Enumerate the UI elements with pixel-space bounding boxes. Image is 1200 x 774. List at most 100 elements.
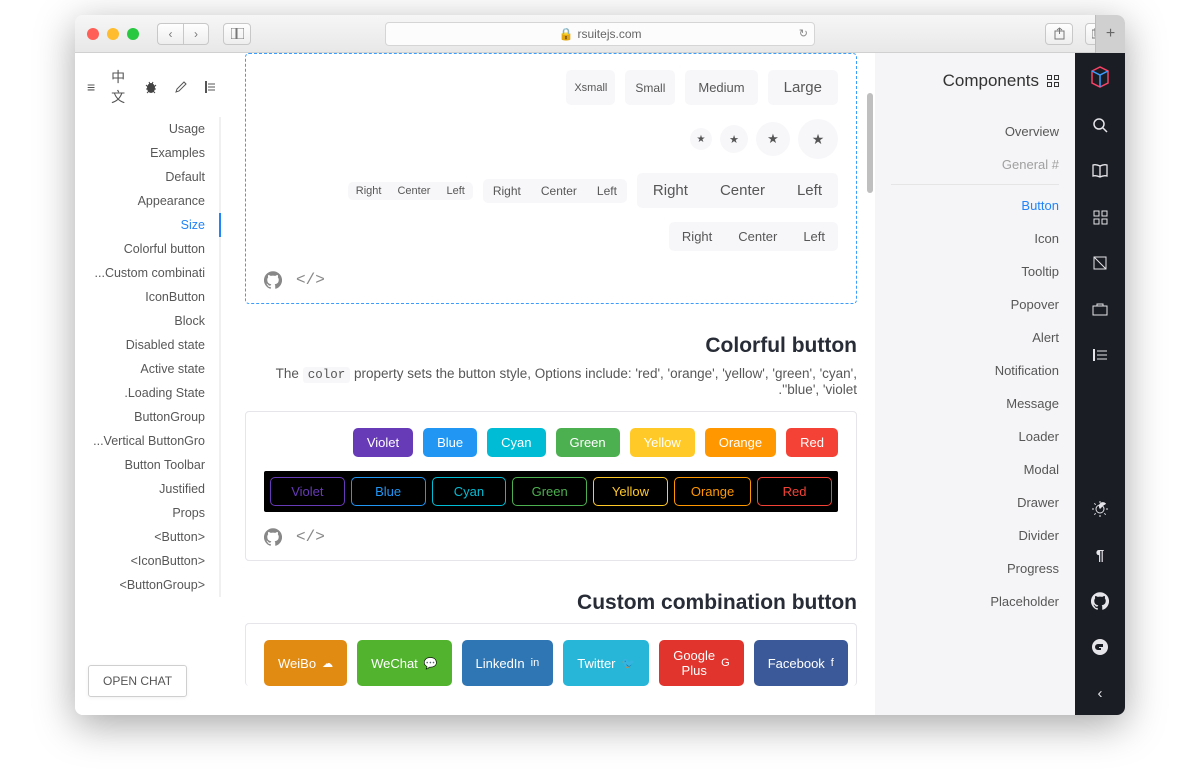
refresh-icon[interactable]: ↻ bbox=[799, 27, 808, 40]
component-nav-item[interactable]: Notification bbox=[891, 354, 1059, 387]
rtl-icon[interactable] bbox=[203, 80, 217, 94]
local-nav-item[interactable]: Props bbox=[81, 501, 221, 525]
component-nav-item[interactable]: Tooltip bbox=[891, 255, 1059, 288]
star-icon-button-xs[interactable]: ★ bbox=[690, 128, 712, 150]
rtl-toggle-icon[interactable] bbox=[1090, 345, 1110, 365]
size-small-button[interactable]: Small bbox=[625, 70, 675, 105]
local-nav-item[interactable]: <Button> bbox=[81, 525, 221, 549]
brightness-icon[interactable] bbox=[1090, 499, 1110, 519]
local-nav-item[interactable]: Block bbox=[81, 309, 221, 333]
red-color-button[interactable]: Red bbox=[786, 428, 838, 457]
group-sm-center[interactable]: Center bbox=[531, 179, 587, 203]
component-nav-item[interactable]: Message bbox=[891, 387, 1059, 420]
yellow-color-button[interactable]: Yellow bbox=[630, 428, 695, 457]
component-nav-item[interactable]: Popover bbox=[891, 288, 1059, 321]
orange-ghost-button[interactable]: Orange bbox=[674, 477, 751, 506]
nav-back-button[interactable]: ‹ bbox=[157, 23, 183, 45]
component-nav-item[interactable]: Placeholder bbox=[891, 585, 1059, 618]
group-lg-left[interactable]: Left bbox=[781, 173, 838, 208]
local-nav-item[interactable]: Colorful button bbox=[81, 237, 221, 261]
size-xsmall-button[interactable]: Xsmall bbox=[566, 70, 615, 105]
group-sm-left[interactable]: Left bbox=[587, 179, 627, 203]
toolbox-icon[interactable] bbox=[1090, 299, 1110, 319]
bug-icon[interactable] bbox=[144, 80, 158, 94]
linkedin-button[interactable]: LinkedInin bbox=[462, 640, 554, 686]
group-lg-right[interactable]: Right bbox=[637, 173, 704, 208]
group-md-right[interactable]: Right bbox=[669, 222, 725, 251]
local-nav-item[interactable]: Disabled state bbox=[81, 333, 221, 357]
component-nav-item[interactable]: Button bbox=[891, 189, 1059, 222]
nav-forward-button[interactable]: › bbox=[183, 23, 209, 45]
component-nav-item[interactable]: General # bbox=[891, 148, 1059, 185]
wechat-button[interactable]: WeChat💬 bbox=[357, 640, 451, 686]
url-bar[interactable]: 🔒 rsuitejs.com ↻ bbox=[385, 22, 815, 46]
book-icon[interactable] bbox=[1090, 161, 1110, 181]
group-md-center[interactable]: Center bbox=[725, 222, 790, 251]
local-nav-item[interactable]: Justified bbox=[81, 477, 221, 501]
size-medium-button[interactable]: Medium bbox=[685, 70, 757, 105]
group-md-left[interactable]: Left bbox=[790, 222, 838, 251]
group-xs-center[interactable]: Center bbox=[389, 182, 438, 200]
violet-color-button[interactable]: Violet bbox=[353, 428, 413, 457]
component-nav-item[interactable]: Icon bbox=[891, 222, 1059, 255]
weibo-button[interactable]: WeiBo☁ bbox=[264, 640, 347, 686]
github-icon[interactable] bbox=[264, 528, 282, 546]
share-button[interactable] bbox=[1045, 23, 1073, 45]
local-nav-item[interactable]: Appearance bbox=[81, 189, 221, 213]
reader-button[interactable] bbox=[223, 23, 251, 45]
twitter-button[interactable]: Twitter🐦 bbox=[563, 640, 649, 686]
blue-color-button[interactable]: Blue bbox=[423, 428, 477, 457]
new-tab-button[interactable]: + bbox=[1095, 15, 1125, 53]
cyan-color-button[interactable]: Cyan bbox=[487, 428, 545, 457]
star-icon-button-lg[interactable]: ★ bbox=[798, 119, 838, 159]
local-nav-item[interactable]: Size bbox=[81, 213, 221, 237]
component-nav-item[interactable]: Drawer bbox=[891, 486, 1059, 519]
component-nav-item[interactable]: Progress bbox=[891, 552, 1059, 585]
github-icon[interactable] bbox=[264, 271, 282, 289]
local-nav-item[interactable]: <IconButton> bbox=[81, 549, 221, 573]
collapse-icon[interactable]: ‹ bbox=[1090, 683, 1110, 703]
local-nav-item[interactable]: Examples bbox=[81, 141, 221, 165]
local-nav-item[interactable]: ButtonGroup bbox=[81, 405, 221, 429]
local-nav-item[interactable]: Button Toolbar bbox=[81, 453, 221, 477]
github-rail-icon[interactable] bbox=[1090, 591, 1110, 611]
size-large-button[interactable]: Large bbox=[768, 70, 838, 105]
component-nav-item[interactable]: Overview bbox=[891, 115, 1059, 148]
open-chat-button[interactable]: OPEN CHAT bbox=[88, 665, 187, 697]
local-nav-item[interactable]: ...Custom combinati bbox=[81, 261, 221, 285]
local-nav-item[interactable]: Active state bbox=[81, 357, 221, 381]
star-icon-button-md[interactable]: ★ bbox=[756, 122, 790, 156]
green-color-button[interactable]: Green bbox=[556, 428, 620, 457]
rsuite-logo-icon[interactable] bbox=[1088, 65, 1112, 89]
search-icon[interactable] bbox=[1090, 115, 1110, 135]
menu-icon[interactable]: ≡ bbox=[87, 79, 95, 95]
component-nav-item[interactable]: Modal bbox=[891, 453, 1059, 486]
window-zoom-icon[interactable] bbox=[127, 28, 139, 40]
component-nav-item[interactable]: Divider bbox=[891, 519, 1059, 552]
green-ghost-button[interactable]: Green bbox=[512, 477, 587, 506]
cyan-ghost-button[interactable]: Cyan bbox=[432, 477, 507, 506]
orange-color-button[interactable]: Orange bbox=[705, 428, 776, 457]
facebook-button[interactable]: Facebookf bbox=[754, 640, 848, 686]
local-nav-item[interactable]: .Loading State bbox=[81, 381, 221, 405]
yellow-ghost-button[interactable]: Yellow bbox=[593, 477, 668, 506]
pilcrow-icon[interactable]: ¶ bbox=[1090, 545, 1110, 565]
code-icon[interactable]: </> bbox=[296, 528, 325, 546]
violet-ghost-button[interactable]: Violet bbox=[270, 477, 345, 506]
component-nav-item[interactable]: Alert bbox=[891, 321, 1059, 354]
window-close-icon[interactable] bbox=[87, 28, 99, 40]
local-nav-item[interactable]: ...Vertical ButtonGro bbox=[81, 429, 221, 453]
group-sm-right[interactable]: Right bbox=[483, 179, 531, 203]
local-nav-item[interactable]: Usage bbox=[81, 117, 221, 141]
google-plus-button[interactable]: Google PlusG bbox=[659, 640, 743, 686]
component-nav-item[interactable]: Loader bbox=[891, 420, 1059, 453]
language-toggle[interactable]: 中文 bbox=[111, 67, 128, 107]
palette-icon[interactable] bbox=[1090, 253, 1110, 273]
components--icon[interactable] bbox=[1090, 207, 1110, 227]
group-lg-center[interactable]: Center bbox=[704, 173, 781, 208]
star-icon-button-sm[interactable]: ★ bbox=[720, 125, 748, 153]
window-minimize-icon[interactable] bbox=[107, 28, 119, 40]
blue-ghost-button[interactable]: Blue bbox=[351, 477, 426, 506]
local-nav-item[interactable]: <ButtonGroup> bbox=[81, 573, 221, 597]
scrollbar-thumb[interactable] bbox=[867, 93, 873, 193]
